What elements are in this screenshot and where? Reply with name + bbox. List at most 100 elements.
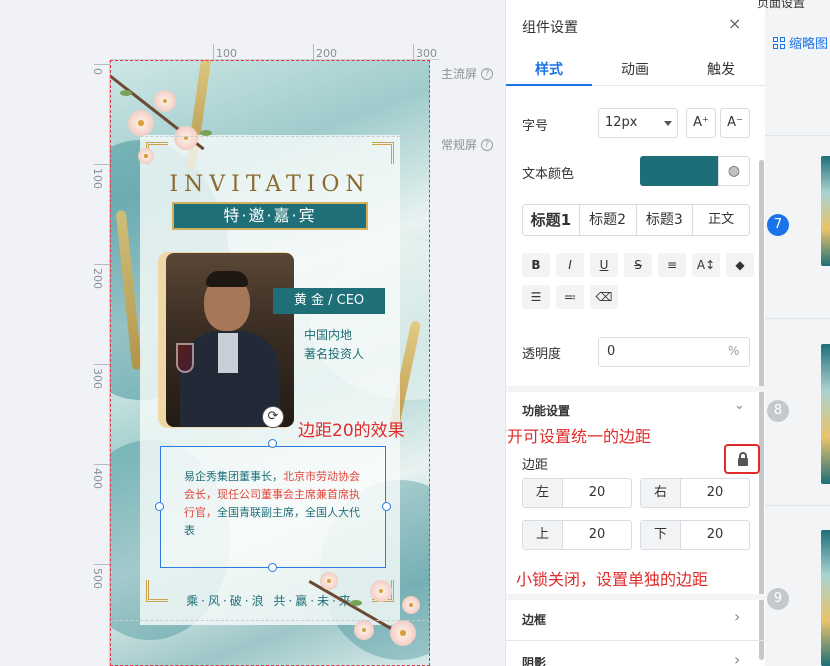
fill-color-icon[interactable]: ◆ — [726, 253, 754, 277]
page-number-badge[interactable]: 8 — [767, 400, 789, 422]
ruler-top-label: 200 — [316, 47, 337, 60]
main-screen-label: 主流屏 — [441, 67, 478, 81]
help-icon[interactable]: ? — [481, 138, 494, 151]
blossom-decoration — [154, 90, 176, 112]
ruler-left-label: 100 — [91, 168, 104, 189]
section-divider — [506, 640, 765, 641]
palette-icon[interactable]: ◍ — [718, 156, 750, 186]
panel-header: 组件设置 × — [506, 0, 765, 50]
ruler-vertical: 0 100 200 300 400 500 — [90, 60, 110, 666]
page-thumbnail[interactable] — [821, 344, 830, 484]
heading2-button[interactable]: 标题2 — [580, 205, 637, 235]
clear-format-icon[interactable]: ⌫ — [590, 285, 618, 309]
page-thumbnail[interactable] — [821, 156, 830, 266]
annotation-lock-closed: 小锁关闭，设置单独的边距 — [516, 570, 709, 589]
leaf-decoration — [120, 90, 132, 96]
panel-scrollbar[interactable] — [759, 160, 764, 660]
chevron-down-icon — [664, 121, 672, 126]
canvas-workspace: 100 200 300 0 100 200 300 400 500 主流屏 ? … — [0, 0, 505, 666]
tab-trigger[interactable]: 触发 — [678, 59, 764, 79]
resize-handle-left[interactable] — [155, 502, 164, 511]
main-screen-tag[interactable]: 主流屏 ? — [441, 65, 494, 82]
blossom-decoration — [128, 110, 154, 136]
settings-tabs: 样式 动画 触发 — [506, 50, 765, 86]
align-icon[interactable]: ≡ — [658, 253, 686, 277]
leaf-decoration — [350, 600, 362, 606]
help-icon[interactable]: ? — [481, 67, 494, 80]
resize-handle-top[interactable] — [268, 439, 277, 448]
invitation-title[interactable]: INVITATION — [150, 172, 390, 197]
invitation-card[interactable]: INVITATION 特·邀·嘉·宾 ⟳ 黄 金 / CEO 中国内地 著名投资… — [110, 60, 430, 666]
annotation-lock-open: 小锁打开可设置统一的边距 — [506, 427, 652, 446]
panel-title: 组件设置 — [522, 20, 578, 36]
grid-icon — [773, 36, 785, 49]
thumbnail-toggle[interactable]: 缩略图 — [773, 33, 828, 52]
border-section-title[interactable]: 边框 — [522, 611, 546, 628]
function-settings-title[interactable]: 功能设置 — [522, 402, 570, 419]
margin-lock-button[interactable] — [724, 444, 760, 474]
blossom-decoration — [390, 620, 416, 646]
margin-left-value[interactable]: 20 — [563, 479, 631, 507]
chevron-right-icon[interactable]: › — [734, 607, 740, 626]
font-increase-button[interactable]: A⁺ — [686, 108, 716, 138]
guest-photo[interactable] — [166, 253, 294, 427]
margin-label: 边距 — [522, 458, 549, 473]
shadow-section-title[interactable]: 阴影 — [522, 654, 546, 666]
lock-body — [738, 458, 748, 466]
margin-bottom-field[interactable]: 下 20 — [640, 520, 750, 550]
page-number-badge[interactable]: 7 — [767, 214, 789, 236]
italic-icon[interactable]: I — [556, 253, 584, 277]
section-divider — [506, 386, 765, 392]
guest-name-tag[interactable]: 黄 金 / CEO — [273, 288, 385, 314]
margin-bottom-label: 下 — [641, 521, 681, 549]
margin-top-field[interactable]: 上 20 — [522, 520, 632, 550]
normal-screen-label: 常规屏 — [441, 138, 478, 152]
page-number-badge[interactable]: 9 — [767, 588, 789, 610]
strikethrough-icon[interactable]: S — [624, 253, 652, 277]
font-decrease-button[interactable]: A⁻ — [720, 108, 750, 138]
ruler-left-label: 300 — [91, 368, 104, 389]
ordered-list-icon[interactable]: ☰ — [522, 285, 550, 309]
margin-top-label: 上 — [523, 521, 563, 549]
thumbnail-toggle-label: 缩略图 — [789, 37, 829, 52]
page-thumbnail[interactable] — [821, 530, 830, 666]
page-settings-label[interactable]: 页面设置 — [757, 0, 805, 11]
ruler-top-label: 300 — [416, 47, 437, 60]
close-icon[interactable]: × — [728, 14, 741, 33]
heading3-button[interactable]: 标题3 — [637, 205, 694, 235]
margin-left-field[interactable]: 左 20 — [522, 478, 632, 508]
subtitle-line: 著名投资人 — [304, 347, 365, 361]
opacity-label: 透明度 — [522, 347, 562, 362]
margin-right-value[interactable]: 20 — [681, 479, 749, 507]
margin-right-label: 右 — [641, 479, 681, 507]
ruler-left-label: 400 — [91, 468, 104, 489]
resize-handle-right[interactable] — [382, 502, 391, 511]
indent-icon[interactable]: ≕ — [556, 285, 584, 309]
bold-icon[interactable]: B — [522, 253, 550, 277]
chevron-right-icon[interactable]: › — [734, 650, 740, 666]
margin-bottom-value[interactable]: 20 — [681, 521, 749, 549]
ruler-left-label: 500 — [91, 568, 104, 589]
margin-right-field[interactable]: 右 20 — [640, 478, 750, 508]
chevron-down-icon[interactable]: ⌄ — [734, 398, 745, 413]
component-settings-panel: 组件设置 × 样式 动画 触发 字号 12px A⁺ A⁻ 文本颜色 ◍ 标题1… — [505, 0, 765, 666]
font-size-label: 字号 — [522, 119, 549, 134]
line-height-icon[interactable]: A↕ — [692, 253, 720, 277]
guest-bio[interactable]: 易企秀集团董事长，北京市劳动协会会长，现任公司董事会主席兼首席执行官，全国青联副… — [184, 468, 370, 540]
text-color-swatch[interactable] — [640, 156, 718, 186]
margin-top-value[interactable]: 20 — [563, 521, 631, 549]
normal-screen-guide — [110, 136, 430, 137]
normal-screen-tag[interactable]: 常规屏 ? — [441, 136, 494, 153]
text-color-label: 文本颜色 — [522, 167, 575, 182]
resize-handle-bottom[interactable] — [268, 563, 277, 572]
body-text-button[interactable]: 正文 — [693, 205, 749, 235]
heading1-button[interactable]: 标题1 — [523, 205, 580, 235]
tab-style[interactable]: 样式 — [506, 59, 592, 79]
guest-subtitle[interactable]: 中国内地 著名投资人 — [304, 326, 400, 364]
special-guest-ribbon[interactable]: 特·邀·嘉·宾 — [172, 202, 368, 230]
ruler-left-label: 200 — [91, 268, 104, 289]
underline-icon[interactable]: U — [590, 253, 618, 277]
active-tab-indicator — [506, 84, 592, 86]
replace-image-icon[interactable]: ⟳ — [262, 406, 284, 428]
tab-animation[interactable]: 动画 — [592, 59, 678, 79]
